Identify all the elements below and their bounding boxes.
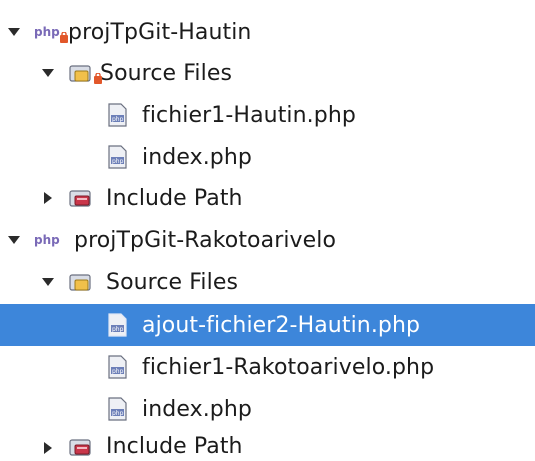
php-file-icon: php (104, 102, 130, 128)
svg-text:php: php (34, 233, 60, 247)
svg-text:php: php (112, 326, 124, 333)
svg-text:php: php (112, 368, 124, 375)
tree-node-source-files-hautin[interactable]: Source Files (0, 53, 535, 93)
file-name: index.php (142, 144, 252, 170)
svg-text:php: php (34, 25, 60, 39)
folder-label: Source Files (106, 269, 239, 295)
source-folder-icon (68, 60, 102, 86)
tree-node-file[interactable]: php index.php (0, 137, 535, 177)
php-file-icon: php (104, 312, 130, 338)
tree-node-project-rakotoarivelo[interactable]: php projTpGit-Rakotoarivelo (0, 220, 535, 260)
chevron-down-icon[interactable] (40, 65, 56, 81)
folder-label: Source Files (100, 60, 233, 86)
project-name: projTpGit-Hautin (68, 19, 252, 45)
tree-node-file[interactable]: php index.php (0, 389, 535, 429)
tree-node-file[interactable]: php fichier1-Hautin.php (0, 95, 535, 135)
error-badge-icon (93, 73, 103, 85)
file-name: ajout-fichier2-Hautin.php (142, 312, 421, 338)
chevron-down-icon[interactable] (40, 274, 56, 290)
svg-text:php: php (112, 410, 124, 417)
php-file-icon: php (104, 396, 130, 422)
folder-label: Include Path (106, 434, 243, 459)
file-name: fichier1-Hautin.php (142, 102, 356, 128)
tree-node-project-hautin[interactable]: php projTpGit-Hautin (0, 12, 535, 52)
project-tree: php projTpGit-Hautin Source Files php fi… (0, 0, 535, 461)
php-project-icon: php (34, 227, 60, 253)
chevron-down-icon[interactable] (6, 232, 22, 248)
chevron-right-icon[interactable] (40, 440, 56, 456)
chevron-right-icon[interactable] (40, 190, 56, 206)
tree-node-include-path-hautin[interactable]: Include Path (0, 178, 535, 218)
svg-text:php: php (112, 158, 124, 165)
include-path-icon (68, 434, 94, 460)
file-name: index.php (142, 396, 252, 422)
svg-text:php: php (112, 116, 124, 123)
php-file-icon: php (104, 354, 130, 380)
project-name: projTpGit-Rakotoarivelo (74, 227, 337, 253)
include-path-icon (68, 185, 94, 211)
php-file-icon: php (104, 144, 130, 170)
tree-node-file[interactable]: php fichier1-Rakotoarivelo.php (0, 347, 535, 387)
tree-node-source-files-rakotoarivelo[interactable]: Source Files (0, 262, 535, 302)
chevron-down-icon[interactable] (6, 24, 22, 40)
tree-node-include-path-rakotoarivelo[interactable]: Include Path (0, 430, 535, 461)
tree-node-file-selected[interactable]: php ajout-fichier2-Hautin.php (0, 304, 535, 346)
error-badge-icon (59, 32, 69, 44)
file-name: fichier1-Rakotoarivelo.php (142, 354, 435, 380)
folder-label: Include Path (106, 185, 243, 211)
source-folder-icon (68, 269, 94, 295)
php-project-icon: php (34, 19, 68, 45)
